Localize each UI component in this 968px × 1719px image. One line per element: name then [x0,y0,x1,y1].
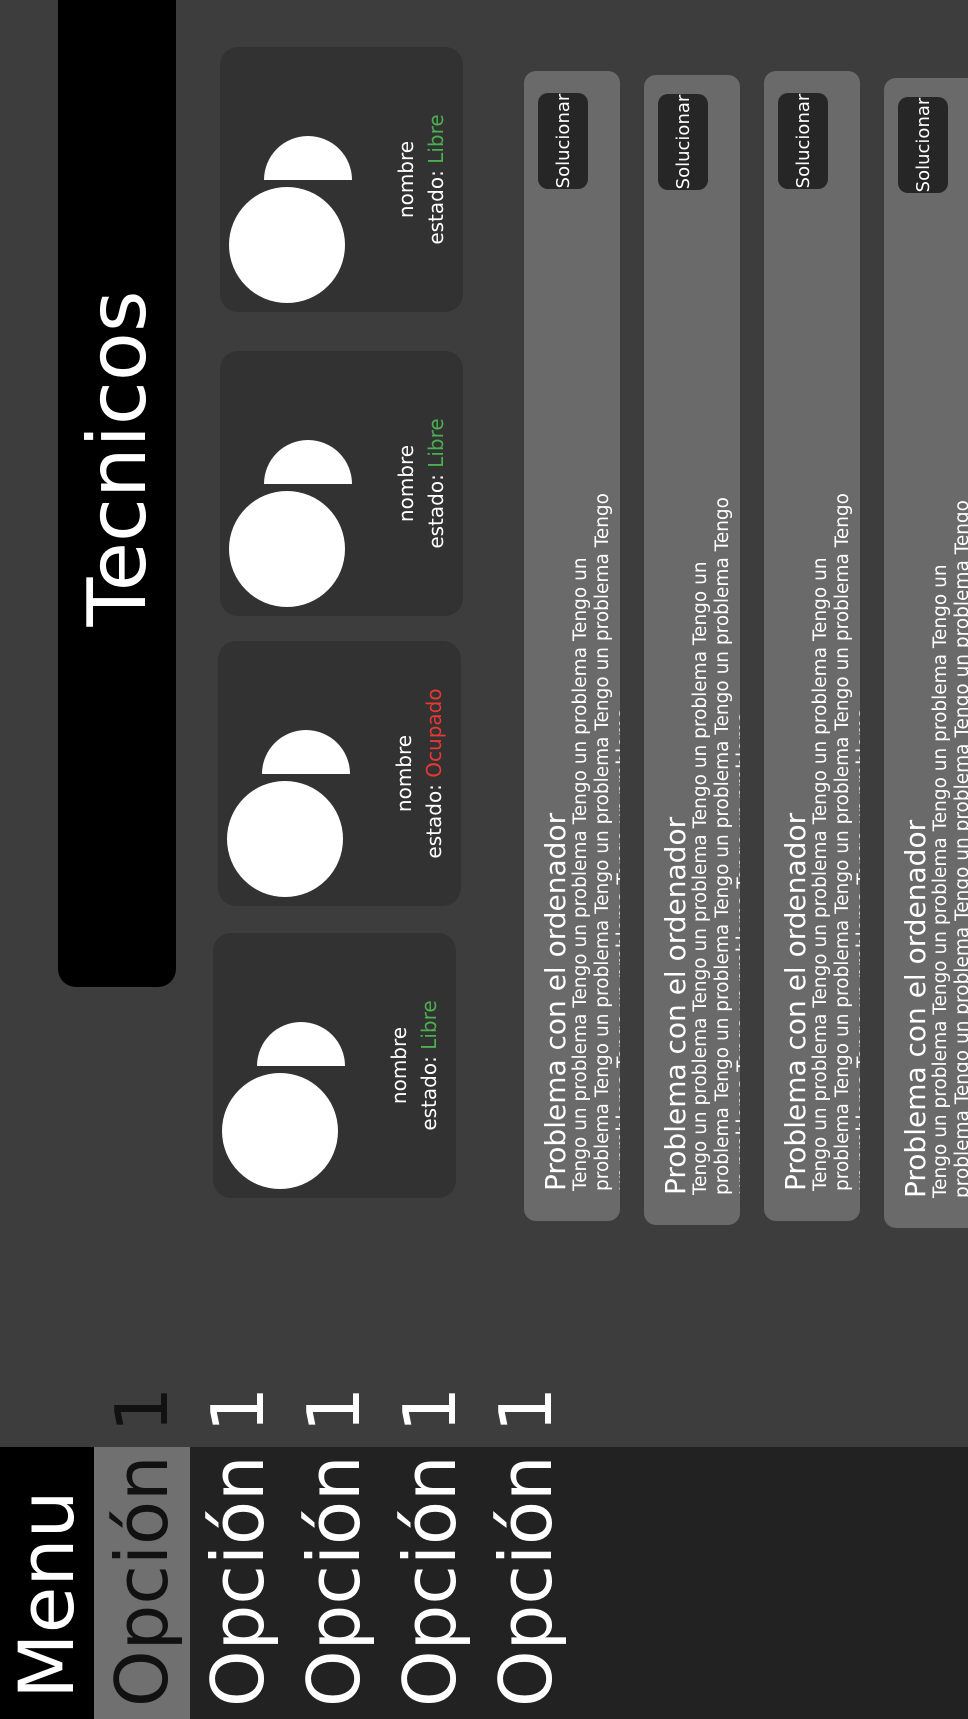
sidebar-item-opcion-1[interactable]: Opción 1 [94,1387,190,1719]
avatar-body-icon [262,730,350,774]
page-header: Tecnicos [58,0,176,987]
problem-description: Tengo un problema Tengo un problema Teng… [570,493,620,1191]
technician-name: nombre [387,1026,411,1105]
technician-name: nombre [394,140,418,219]
page-title: Tecnicos [70,290,164,627]
problem-description: Tengo un problema Tengo un problema Teng… [810,493,860,1191]
avatar-body-icon [257,1022,345,1066]
state-value: Ocupado [422,688,446,778]
state-label: estado: [424,170,448,245]
technician-name: nombre [392,734,416,813]
problem-card: Problema con el ordenador Tengo un probl… [644,75,740,1225]
technician-card[interactable]: nombre estado: Libre [220,351,463,616]
state-label: estado: [417,1056,441,1131]
sidebar-item-opcion-2[interactable]: Opción 1 [190,1387,286,1719]
state-label: estado: [422,784,446,859]
problem-title: Problema con el ordenador [899,819,932,1198]
sidebar-item-opcion-4[interactable]: Opción 1 [382,1387,478,1719]
technician-state: estado: Libre [417,933,441,1198]
problem-title: Problema con el ordenador [539,812,572,1191]
avatar-body-icon [264,440,352,484]
app-root: Menu Opción 1 Opción 1 Opción 1 Opción 1… [0,0,968,1719]
state-value: Libre [424,418,448,468]
problem-description: Tengo un problema Tengo un problema Teng… [690,497,740,1195]
problem-title: Problema con el ordenador [659,816,692,1195]
solve-button[interactable]: Solucionar [898,97,948,193]
technician-card[interactable]: nombre estado: Libre [213,933,456,1198]
problem-title: Problema con el ordenador [779,812,812,1191]
technician-card[interactable]: nombre estado: Ocupado [218,641,461,906]
sidebar-item-opcion-5[interactable]: Opción 1 [478,1387,574,1719]
technician-card[interactable]: nombre estado: Libre [220,47,463,312]
solve-button[interactable]: Solucionar [658,94,708,190]
main-content: Tecnicos nombre estado: Libre nombre est… [0,0,968,1447]
technician-state: estado: Libre [424,47,448,312]
technician-state: estado: Ocupado [422,641,446,906]
solve-button[interactable]: Solucionar [538,93,588,189]
avatar-head-icon [222,1073,338,1189]
problem-description: Tengo un problema Tengo un problema Teng… [930,500,968,1198]
solve-button[interactable]: Solucionar [778,93,828,189]
state-label: estado: [424,474,448,549]
technician-state: estado: Libre [424,351,448,616]
problem-card: Problema con el ordenador Tengo un probl… [764,71,860,1221]
state-value: Libre [424,114,448,164]
problem-card: Problema con el ordenador Tengo un probl… [884,78,968,1228]
state-value: Libre [417,1000,441,1050]
problem-card: Problema con el ordenador Tengo un probl… [524,71,620,1221]
avatar-body-icon [264,136,352,180]
avatar-head-icon [229,491,345,607]
avatar-head-icon [229,187,345,303]
technician-name: nombre [394,444,418,523]
avatar-head-icon [227,781,343,897]
sidebar-item-opcion-3[interactable]: Opción 1 [286,1387,382,1719]
menu-title: Menu [0,1447,94,1719]
sidebar: Menu Opción 1 Opción 1 Opción 1 Opción 1… [0,1387,968,1719]
